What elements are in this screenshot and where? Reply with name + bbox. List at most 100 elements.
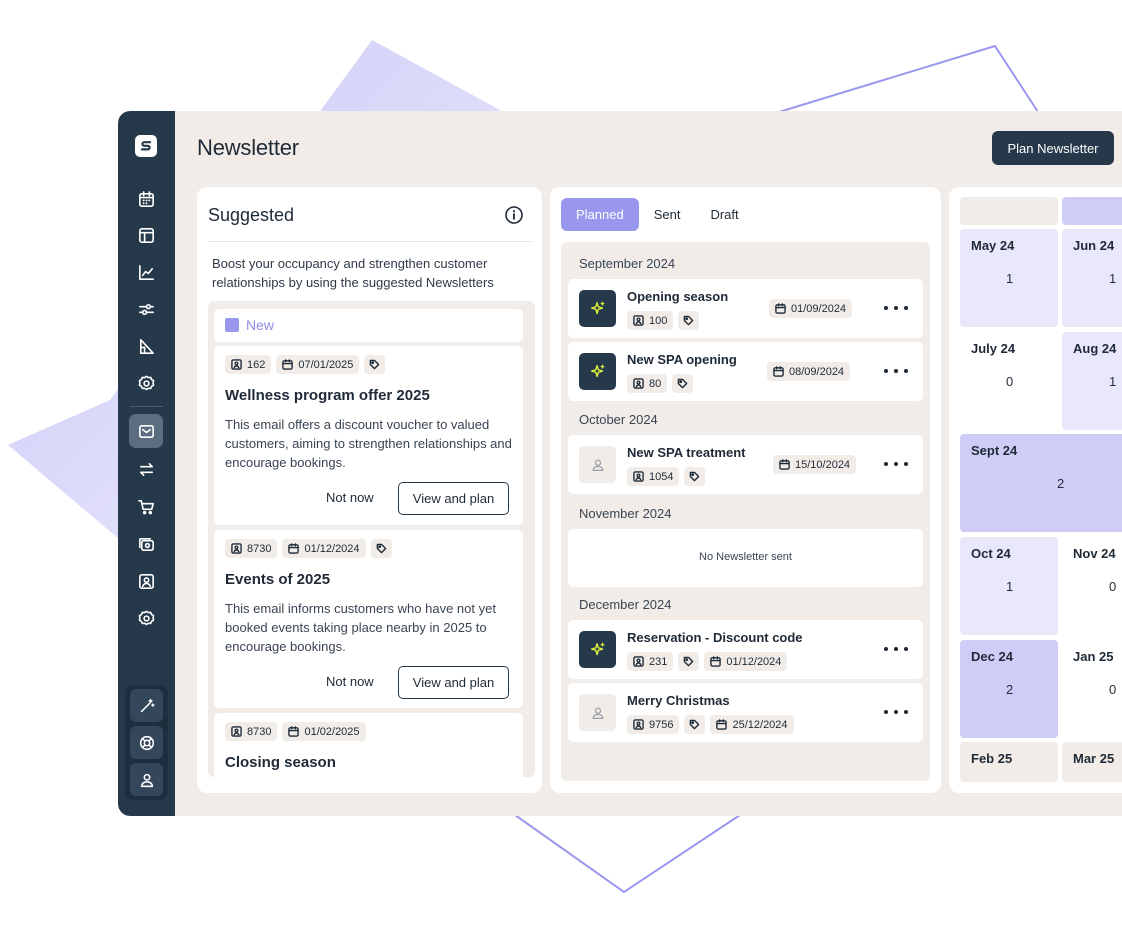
contact-icon bbox=[633, 378, 644, 389]
contact-icon bbox=[633, 315, 644, 326]
calendar-header-cell bbox=[1062, 197, 1122, 225]
tag-icon bbox=[690, 719, 700, 730]
suggested-divider bbox=[208, 241, 531, 242]
tab-sent[interactable]: Sent bbox=[639, 198, 696, 231]
calendar-month-cell[interactable]: Oct 24 1 bbox=[960, 537, 1058, 635]
user-icon[interactable] bbox=[130, 763, 163, 796]
tag-chip[interactable] bbox=[370, 539, 392, 558]
layout-icon[interactable] bbox=[134, 223, 158, 247]
recipients-chip: 80 bbox=[627, 374, 668, 393]
view-and-plan-button[interactable]: View and plan bbox=[398, 482, 509, 515]
newsletter-title: Reservation - Discount code bbox=[627, 630, 803, 645]
tab-bar: Planned Sent Draft bbox=[561, 198, 754, 231]
date-chip: 01/02/2025 bbox=[282, 722, 366, 741]
tag-chip[interactable] bbox=[684, 715, 706, 734]
more-options-icon[interactable] bbox=[884, 457, 908, 471]
suggested-panel: Suggested Boost your occupancy and stren… bbox=[197, 187, 542, 793]
suggestion-title: Events of 2025 bbox=[225, 571, 331, 588]
calendar-month-cell[interactable]: Dec 24 2 bbox=[960, 640, 1058, 738]
recipients-chip: 8730 bbox=[225, 722, 278, 741]
suggestion-description: This email offers a discount voucher to … bbox=[225, 417, 512, 470]
empty-state: No Newsletter sent bbox=[568, 529, 923, 587]
not-now-button[interactable]: Not now bbox=[326, 674, 374, 689]
lifebuoy-icon[interactable] bbox=[130, 726, 163, 759]
date-chip: 01/09/2024 bbox=[769, 299, 853, 318]
suggestion-title: Wellness program offer 2025 bbox=[225, 387, 430, 404]
calendar-icon bbox=[773, 366, 784, 377]
calendar-icon bbox=[282, 359, 294, 370]
view-and-plan-button[interactable]: View and plan bbox=[398, 666, 509, 699]
more-options-icon[interactable] bbox=[884, 642, 908, 656]
tag-chip[interactable] bbox=[364, 355, 386, 374]
recipients-chip: 9756 bbox=[627, 715, 680, 734]
tab-planned[interactable]: Planned bbox=[561, 198, 639, 231]
gear-icon[interactable] bbox=[134, 606, 158, 630]
more-options-icon[interactable] bbox=[884, 364, 908, 378]
calendar-month-cell[interactable]: Jun 24 1 bbox=[1062, 229, 1122, 327]
tag-chip[interactable] bbox=[678, 311, 700, 330]
more-options-icon[interactable] bbox=[884, 301, 908, 315]
newsletter-title: New SPA treatment bbox=[627, 445, 746, 460]
page-title: Newsletter bbox=[197, 135, 299, 160]
sidebar bbox=[118, 111, 175, 816]
suggestion-description: This email informs customers who have no… bbox=[225, 601, 496, 654]
tag-chip[interactable] bbox=[678, 652, 700, 671]
cart-icon[interactable] bbox=[134, 494, 158, 518]
sparkle-icon bbox=[579, 290, 616, 327]
mail-icon[interactable] bbox=[129, 414, 163, 448]
calendar-month-cell[interactable]: Nov 24 0 bbox=[1062, 537, 1122, 635]
new-marker bbox=[225, 318, 239, 332]
ruler-icon[interactable] bbox=[134, 334, 158, 358]
suggestion-card: 8730 01/02/2025 Closing season bbox=[214, 713, 523, 777]
month-header: November 2024 bbox=[579, 506, 672, 521]
calendar-month-cell[interactable]: Sept 24 2 bbox=[960, 434, 1122, 532]
contact-icon bbox=[231, 359, 242, 370]
planned-list: September 2024 Opening season 100 01/09/… bbox=[561, 242, 930, 781]
month-header: September 2024 bbox=[579, 256, 676, 271]
calendar-header-cell bbox=[960, 197, 1058, 225]
sliders-icon[interactable] bbox=[134, 297, 158, 321]
tag-chip[interactable] bbox=[672, 374, 694, 393]
newsletter-item[interactable]: Reservation - Discount code 231 01/12/20… bbox=[568, 620, 923, 679]
tag-icon bbox=[677, 378, 688, 389]
newsletter-item[interactable]: Merry Christmas 9756 25/12/2024 bbox=[568, 683, 923, 742]
newsletter-item[interactable]: Opening season 100 01/09/2024 bbox=[568, 279, 923, 338]
plan-newsletter-button[interactable]: Plan Newsletter bbox=[992, 131, 1114, 165]
month-header: October 2024 bbox=[579, 412, 658, 427]
more-options-icon[interactable] bbox=[884, 705, 908, 719]
empty-state-text: No Newsletter sent bbox=[699, 551, 792, 563]
date-chip: 15/10/2024 bbox=[773, 455, 857, 474]
swap-icon[interactable] bbox=[134, 457, 158, 481]
calendar-month-cell[interactable]: Aug 24 1 bbox=[1062, 332, 1122, 430]
gear-icon[interactable] bbox=[134, 371, 158, 395]
newsletter-item[interactable]: New SPA opening 80 08/09/2024 bbox=[568, 342, 923, 401]
calendar-icon[interactable] bbox=[134, 187, 158, 211]
new-section-header: New bbox=[214, 309, 523, 342]
cash-icon[interactable] bbox=[134, 532, 158, 556]
info-icon[interactable] bbox=[504, 205, 524, 225]
calendar-icon bbox=[716, 719, 728, 730]
magic-wand-icon[interactable] bbox=[130, 689, 163, 722]
tag-chip[interactable] bbox=[684, 467, 706, 486]
contact-icon bbox=[633, 656, 644, 667]
date-chip: 25/12/2024 bbox=[710, 715, 794, 734]
suggested-title: Suggested bbox=[208, 205, 295, 225]
newsletter-title: New SPA opening bbox=[627, 352, 737, 367]
newsletter-item[interactable]: New SPA treatment 1054 15/10/2024 bbox=[568, 435, 923, 494]
tag-icon bbox=[370, 359, 380, 370]
calendar-month-cell[interactable]: Jan 25 0 bbox=[1062, 640, 1122, 738]
calendar-month-cell[interactable]: May 24 1 bbox=[960, 229, 1058, 327]
chart-line-icon[interactable] bbox=[134, 260, 158, 284]
calendar-month-cell[interactable]: Feb 25 bbox=[960, 742, 1058, 782]
not-now-button[interactable]: Not now bbox=[326, 490, 374, 505]
bg-line-bottom bbox=[514, 814, 741, 893]
s-logo-icon[interactable] bbox=[135, 135, 157, 157]
tab-draft[interactable]: Draft bbox=[695, 198, 753, 231]
calendar-month-cell[interactable]: Mar 25 bbox=[1062, 742, 1122, 782]
contact-icon[interactable] bbox=[134, 569, 158, 593]
calendar-month-cell[interactable]: July 24 0 bbox=[960, 332, 1058, 430]
sparkle-icon bbox=[579, 631, 616, 668]
sidebar-divider bbox=[130, 406, 163, 407]
calendar-icon bbox=[779, 459, 790, 470]
recipients-chip: 1054 bbox=[627, 467, 680, 486]
